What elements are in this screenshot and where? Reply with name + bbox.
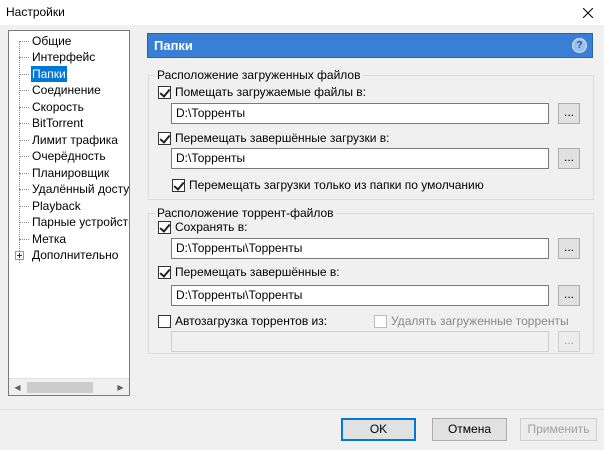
sidebar-item-label: Парные устройства xyxy=(32,215,129,229)
move-completed-browse-button[interactable]: ... xyxy=(558,148,580,169)
apply-button[interactable]: Применить xyxy=(520,418,597,441)
sidebar-item-label: Скорость xyxy=(32,100,84,114)
sidebar-item-label: Удалённый доступ xyxy=(32,182,130,196)
move-completed-torrents-path-field[interactable]: D:\Торренты\Торренты xyxy=(171,285,549,306)
sidebar-item-label: Дополнительно xyxy=(32,248,119,262)
move-completed-torrents-browse-button[interactable]: ... xyxy=(558,285,580,306)
horizontal-scrollbar[interactable]: ◀ ▶ xyxy=(9,378,129,395)
checkbox-box[interactable] xyxy=(158,131,171,145)
scroll-thumb[interactable] xyxy=(27,382,93,393)
delete-loaded-torrents-checkbox[interactable]: Удалять загруженные торренты xyxy=(374,314,569,328)
checkbox-label: Автозагрузка торрентов из: xyxy=(175,314,328,328)
close-icon[interactable] xyxy=(572,0,604,25)
move-only-default-checkbox[interactable]: Перемещать загрузки только из папки по у… xyxy=(172,178,484,192)
checkbox-label: Перемещать завершённые загрузки в: xyxy=(175,131,390,145)
sidebar-item-label: Метка xyxy=(32,232,67,246)
expand-plus-icon[interactable] xyxy=(15,251,24,260)
window-title: Настройки xyxy=(6,5,65,19)
move-completed-torrents-checkbox[interactable]: Перемещать завершённые в: xyxy=(158,265,340,279)
group-title: Расположение загруженных файлов xyxy=(155,68,363,82)
sidebar-item-label: Playback xyxy=(32,199,81,213)
sidebar-item-label: Соединение xyxy=(32,83,101,97)
checkbox-label: Помещать загружаемые файлы в: xyxy=(175,85,366,99)
dialog-footer: OK Отмена Применить xyxy=(0,409,604,450)
scroll-left-icon[interactable]: ◀ xyxy=(9,379,26,395)
checkbox-box[interactable] xyxy=(374,314,387,328)
autoload-torrents-checkbox[interactable]: Автозагрузка торрентов из: xyxy=(158,314,327,328)
cancel-button[interactable]: Отмена xyxy=(432,418,507,441)
move-completed-checkbox[interactable]: Перемещать завершённые загрузки в: xyxy=(158,131,389,145)
panel-header: Папки ? xyxy=(147,33,593,58)
sidebar-item-label: BitTorrent xyxy=(32,116,84,130)
put-downloads-browse-button[interactable]: ... xyxy=(558,103,580,124)
checkbox-label: Перемещать завершённые в: xyxy=(175,265,340,279)
save-torrents-path-field[interactable]: D:\Торренты\Торренты xyxy=(171,238,549,259)
checkbox-box[interactable] xyxy=(172,178,185,192)
panel-title: Папки xyxy=(154,38,193,53)
sidebar-item-label: Папки xyxy=(31,66,67,82)
save-torrents-browse-button[interactable]: ... xyxy=(558,238,580,259)
checkbox-label: Перемещать загрузки только из папки по у… xyxy=(189,178,484,192)
save-torrents-checkbox[interactable]: Сохранять в: xyxy=(158,220,247,234)
checkbox-label: Удалять загруженные торренты xyxy=(391,314,569,328)
sidebar-item-label: Очерёдность xyxy=(32,149,106,163)
checkbox-box[interactable] xyxy=(158,265,171,279)
ok-button[interactable]: OK xyxy=(341,418,416,441)
put-downloads-path-field[interactable]: D:\Торренты xyxy=(171,103,549,124)
checkbox-label: Сохранять в: xyxy=(175,220,248,234)
sidebar-item-label: Интерфейс xyxy=(32,50,96,64)
sidebar-item-label: Планировщик xyxy=(32,166,110,180)
checkbox-box[interactable] xyxy=(158,85,171,99)
title-bar: Настройки xyxy=(0,0,604,25)
settings-tree[interactable]: Общие Интерфейс Папки Соединение Скорост… xyxy=(8,30,130,396)
put-downloads-checkbox[interactable]: Помещать загружаемые файлы в: xyxy=(158,85,366,99)
autoload-path-field[interactable] xyxy=(171,331,549,352)
sidebar-item-label: Общие xyxy=(32,34,72,48)
checkbox-box[interactable] xyxy=(158,220,171,234)
checkbox-box[interactable] xyxy=(158,314,171,328)
move-completed-path-field[interactable]: D:\Торренты xyxy=(171,148,549,169)
sidebar-item-label: Лимит трафика xyxy=(32,133,118,147)
scroll-right-icon[interactable]: ▶ xyxy=(112,379,129,395)
help-icon[interactable]: ? xyxy=(572,38,587,53)
group-title: Расположение торрент-файлов xyxy=(155,206,336,220)
autoload-browse-button[interactable]: ... xyxy=(558,331,580,352)
